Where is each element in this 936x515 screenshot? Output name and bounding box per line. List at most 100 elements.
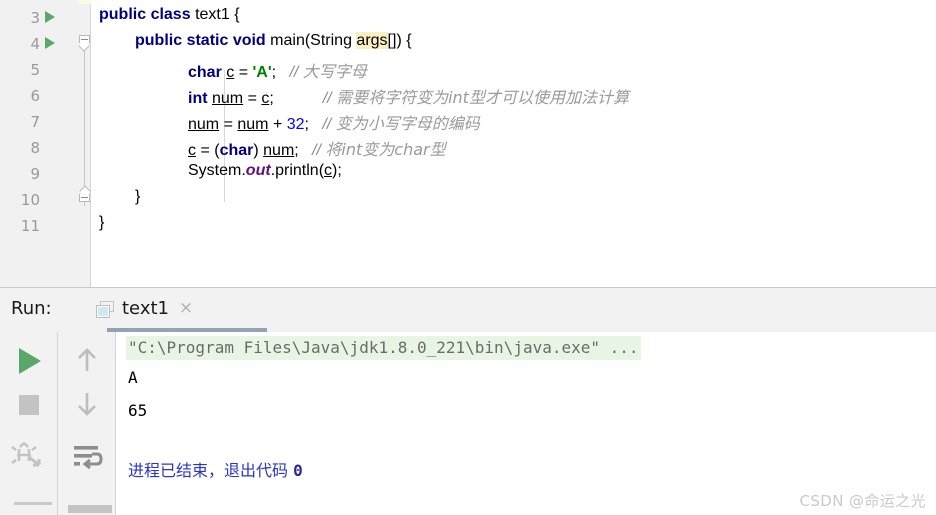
- exit-text: 进程已结束，退出代码: [128, 461, 289, 480]
- rerun-button[interactable]: [9, 340, 49, 380]
- line-number: 7: [30, 113, 40, 131]
- comment-text-line8: 将int变为char型: [325, 140, 446, 159]
- code-line-6[interactable]: int num = c; // 需要将字符变为int型才可以使用加法计算: [188, 84, 629, 108]
- code-line-4[interactable]: public static void main(String args[]) {: [135, 32, 412, 50]
- icon-window-fill: [98, 307, 108, 316]
- fold-collapse-icon[interactable]: [78, 35, 90, 52]
- run-toolbar-left: [0, 332, 57, 515]
- operator-assign: =: [238, 64, 249, 81]
- down-stack-button[interactable]: [67, 384, 107, 424]
- close-icon[interactable]: ×: [178, 300, 194, 317]
- line4-tail: []) {: [387, 32, 412, 49]
- comment-slashes: //: [312, 142, 321, 159]
- identifier-args-highlighted: args: [356, 32, 388, 49]
- console-command-line: "C:\Program Files\Java\jdk1.8.0_221\bin\…: [126, 336, 641, 360]
- console-output[interactable]: "C:\Program Files\Java\jdk1.8.0_221\bin\…: [116, 332, 936, 515]
- run-tool-window: Run: text1 × "C:\Program Files\Java\jdk1…: [0, 287, 936, 515]
- run-class-gutter-icon[interactable]: [43, 7, 59, 27]
- code-line-10[interactable]: }: [135, 188, 140, 206]
- semicolon: ;: [294, 142, 299, 159]
- operator-assign: =: [247, 90, 257, 107]
- exit-code: 0: [293, 461, 303, 480]
- soft-wrap-button[interactable]: [67, 435, 107, 475]
- system-object: System.: [188, 162, 246, 179]
- static-field-out: out: [245, 162, 271, 179]
- keyword-char: char: [219, 142, 254, 159]
- brace-close-class: }: [99, 214, 105, 231]
- toolbar-scroll-indicator: [14, 502, 52, 505]
- variable-c: c: [226, 64, 235, 81]
- variable-c-arg: c: [324, 162, 333, 179]
- arrow-up-icon: [78, 348, 96, 371]
- line-number: 3: [30, 9, 40, 27]
- run-panel-label: Run:: [11, 298, 52, 319]
- keyword-public: public: [135, 32, 183, 49]
- comment-slashes: //: [322, 90, 332, 107]
- println-call: .println(: [270, 162, 325, 179]
- run-tab-text1[interactable]: text1 ×: [88, 288, 267, 332]
- variable-num-ref: num: [237, 116, 269, 133]
- stop-button[interactable]: [9, 384, 49, 424]
- class-name: text1: [195, 6, 230, 23]
- variable-c: c: [188, 142, 196, 159]
- keyword-char: char: [188, 64, 222, 81]
- run-toolbar-right: [58, 332, 115, 515]
- print-button[interactable]: [9, 435, 49, 475]
- bug-arrow-icon: [11, 442, 41, 467]
- line-number: 9: [30, 165, 40, 183]
- play-icon: [19, 348, 41, 374]
- brace-open: {: [234, 6, 240, 23]
- comment-slashes: //: [289, 64, 299, 81]
- code-line-5[interactable]: char c = 'A'; // 大写字母: [188, 58, 367, 82]
- code-editor[interactable]: 3 4 5 6 7 8 9 10 11 public class text1 {…: [0, 4, 936, 287]
- semicolon: ;: [271, 64, 277, 81]
- fold-region-line: [84, 38, 85, 206]
- semicolon: ;: [269, 90, 274, 107]
- number-literal-32: 32: [286, 116, 305, 133]
- cast-paren-close: ): [253, 142, 259, 159]
- line-number: 10: [20, 191, 40, 209]
- up-stack-button[interactable]: [67, 340, 107, 380]
- operator-plus: +: [272, 116, 283, 133]
- horizontal-scrollbar-thumb[interactable]: [68, 505, 112, 513]
- variable-num: num: [188, 116, 220, 133]
- variable-num-ref: num: [263, 142, 295, 159]
- comment-text-line6: 需要将字符变为int型才可以使用加法计算: [336, 88, 629, 107]
- comment-text-line5: 大写字母: [302, 62, 367, 81]
- fold-minus-icon: [81, 197, 88, 198]
- console-output-line-1: A: [128, 368, 138, 387]
- variable-num: num: [212, 90, 244, 107]
- keyword-class: class: [150, 6, 191, 23]
- comment-text-line7: 变为小写字母的编码: [335, 114, 480, 133]
- run-method-gutter-icon[interactable]: [43, 33, 59, 53]
- char-literal-A: 'A': [252, 64, 272, 81]
- ide-window: 3 4 5 6 7 8 9 10 11 public class text1 {…: [0, 0, 936, 515]
- call-tail: );: [332, 162, 342, 179]
- code-line-11[interactable]: }: [99, 214, 104, 232]
- code-line-3[interactable]: public class text1 {: [99, 6, 240, 24]
- semicolon: ;: [304, 116, 309, 133]
- code-text-area[interactable]: public class text1 { public static void …: [91, 4, 936, 287]
- console-exit-message: 进程已结束，退出代码 0: [128, 460, 303, 482]
- run-panel-header: Run: text1 ×: [0, 288, 936, 332]
- code-line-8[interactable]: c = (char) num; // 将int变为char型: [188, 136, 446, 160]
- line-number: 8: [30, 139, 40, 157]
- console-output-line-2: 65: [128, 401, 148, 420]
- play-triangle-icon: [45, 37, 55, 49]
- line-number: 6: [30, 87, 40, 105]
- arrow-down-icon: [78, 393, 96, 416]
- soft-wrap-icon: [74, 446, 103, 470]
- type-string: String: [310, 32, 352, 49]
- code-line-7[interactable]: num = num + 32; // 变为小写字母的编码: [188, 110, 480, 134]
- watermark: CSDN @命运之光: [799, 492, 926, 510]
- fold-collapse-end-icon[interactable]: [79, 185, 91, 202]
- keyword-int: int: [188, 90, 208, 107]
- line-number: 11: [20, 217, 40, 235]
- method-name-main: main: [270, 32, 305, 49]
- run-configuration-icon: [96, 301, 116, 319]
- keyword-public: public: [99, 6, 147, 23]
- run-panel-body: "C:\Program Files\Java\jdk1.8.0_221\bin\…: [0, 332, 936, 515]
- code-line-9[interactable]: System.out.println(c);: [188, 162, 342, 180]
- stop-square-icon: [19, 395, 39, 415]
- line-number: 5: [30, 61, 40, 79]
